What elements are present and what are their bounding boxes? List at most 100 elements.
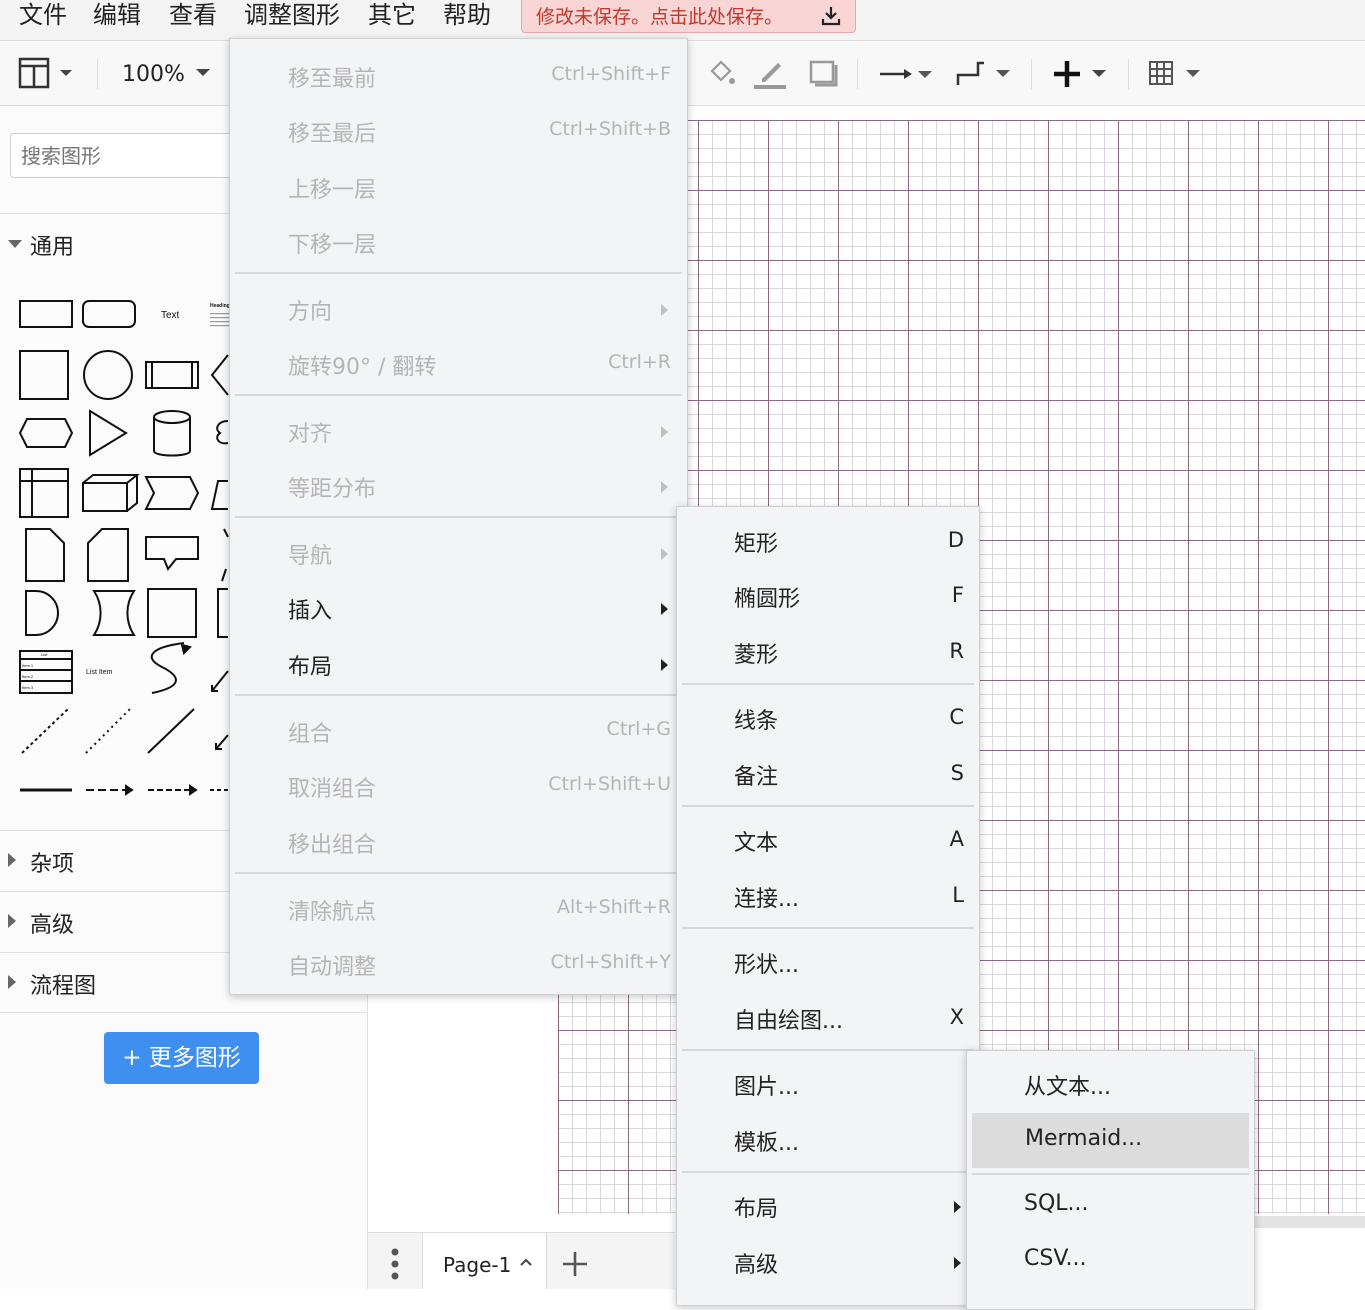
list-shape-item-3: Item 3 <box>22 685 34 690</box>
arrange-menu: 移至最前 Ctrl+Shift+F 移至最后 Ctrl+Shift+B 上移一层… <box>229 38 688 995</box>
submenu-arrow-icon <box>661 548 668 560</box>
menu-item-rectangle[interactable]: 矩形 D <box>677 516 979 568</box>
fill-color-icon[interactable] <box>704 57 738 91</box>
partial-shape <box>210 354 229 396</box>
menu-edit[interactable]: 编辑 <box>93 0 141 30</box>
add-page-icon[interactable] <box>562 1251 588 1277</box>
menu-item-text[interactable]: 文本 A <box>677 815 979 867</box>
menu-item-note[interactable]: 备注 S <box>677 749 979 801</box>
menu-item-mermaid[interactable]: Mermaid... <box>972 1113 1249 1168</box>
delay-shape <box>25 590 59 636</box>
menu-item-shapes[interactable]: 形状... <box>677 937 979 989</box>
menu-item-layout-submenu[interactable]: 布局 <box>677 1181 979 1233</box>
page-menu-icon[interactable] <box>388 1248 402 1280</box>
menu-item-ellipse[interactable]: 椭圆形 F <box>677 571 979 623</box>
line-color-icon[interactable] <box>752 55 788 91</box>
curve-shape <box>150 642 185 694</box>
menu-item-autosize[interactable]: 自动调整 Ctrl+Shift+Y <box>230 939 687 991</box>
menu-item-to-back[interactable]: 移至最后 Ctrl+Shift+B <box>230 106 687 158</box>
menu-item-line[interactable]: 线条 C <box>677 693 979 745</box>
dashed-line-shape <box>21 708 69 754</box>
menu-item-remove-from-group[interactable]: 移出组合 <box>230 817 687 869</box>
triangle-shape <box>89 409 128 457</box>
menu-item-link[interactable]: 连接... L <box>677 871 979 923</box>
submenu-arrow-icon <box>661 603 668 615</box>
menu-item-rhombus[interactable]: 菱形 R <box>677 627 979 679</box>
menu-item-clear-waypoints[interactable]: 清除航点 Alt+Shift+R <box>230 884 687 936</box>
panel-layout-icon[interactable] <box>18 57 80 91</box>
menu-item-distribute[interactable]: 等距分布 <box>230 461 687 513</box>
table-icon[interactable] <box>1148 59 1204 89</box>
horizontal-scrollbar[interactable] <box>1253 1216 1365 1228</box>
menu-item-insert[interactable]: 插入 <box>230 583 687 635</box>
menu-item-template[interactable]: 模板... <box>677 1115 979 1167</box>
chevron-down-icon <box>8 240 22 248</box>
chevron-right-icon <box>8 914 16 928</box>
more-shapes-button[interactable]: + 更多图形 <box>104 1032 259 1084</box>
menu-item-bring-forward[interactable]: 上移一层 <box>230 162 687 214</box>
rectangle-shape <box>19 300 73 328</box>
chevron-up-icon[interactable] <box>519 1257 533 1267</box>
section-misc-label: 杂项 <box>30 852 75 877</box>
menu-separator <box>682 1049 974 1051</box>
menu-item-freehand[interactable]: 自由绘图... X <box>677 993 979 1045</box>
submenu-arrow-icon <box>661 426 668 438</box>
menubar: 文件 编辑 查看 调整图形 其它 帮助 修改未保存。点击此处保存。 <box>0 0 1365 40</box>
note-shape <box>25 528 65 582</box>
menu-item-rotate[interactable]: 旋转90° / 翻转 Ctrl+R <box>230 339 687 391</box>
menu-separator <box>682 683 974 685</box>
menu-item-advanced-submenu[interactable]: 高级 <box>677 1237 979 1289</box>
menu-separator <box>972 1173 1249 1175</box>
menu-arrange[interactable]: 调整图形 <box>244 0 340 30</box>
menu-item-send-backward[interactable]: 下移一层 <box>230 217 687 269</box>
page-tab-label: Page-1 <box>443 1253 512 1277</box>
menu-separator <box>235 394 682 396</box>
square-shape <box>19 350 69 400</box>
page-tab[interactable]: Page-1 <box>422 1233 547 1289</box>
menu-item-image[interactable]: 图片... <box>677 1059 979 1111</box>
menu-separator <box>235 272 682 274</box>
menu-item-ungroup[interactable]: 取消组合 Ctrl+Shift+U <box>230 761 687 813</box>
list-shape-item-2: Item 2 <box>22 674 34 679</box>
unsaved-changes-button[interactable]: 修改未保存。点击此处保存。 <box>521 0 856 33</box>
menu-item-navigation[interactable]: 导航 <box>230 528 687 580</box>
submenu-arrow-icon <box>954 1201 961 1213</box>
card-shape <box>87 528 129 582</box>
zoom-level[interactable]: 100% <box>122 62 185 87</box>
line-shape <box>147 708 195 754</box>
menu-item-from-text[interactable]: 从文本... <box>967 1059 1254 1111</box>
chevron-down-icon[interactable] <box>194 67 212 79</box>
section-general-label: 通用 <box>30 235 75 260</box>
list-item-shape-label: List Item <box>86 669 113 676</box>
menu-item-layout[interactable]: 布局 <box>230 639 687 691</box>
insert-plus-icon[interactable] <box>1052 59 1110 89</box>
menu-file[interactable]: 文件 <box>19 0 67 30</box>
menu-item-csv[interactable]: CSV... <box>967 1236 1254 1288</box>
waypoints-icon[interactable] <box>954 57 1014 91</box>
menu-item-align[interactable]: 对齐 <box>230 406 687 458</box>
section-advanced-label: 高级 <box>30 913 75 938</box>
menu-item-direction[interactable]: 方向 <box>230 284 687 336</box>
menu-separator <box>682 927 974 929</box>
menu-separator <box>235 516 682 518</box>
square-shape-2 <box>147 588 197 638</box>
menu-help[interactable]: 帮助 <box>443 0 491 30</box>
submenu-arrow-icon <box>661 659 668 671</box>
process-shape <box>145 361 199 389</box>
rounded-rectangle-shape <box>82 300 136 328</box>
menu-extras[interactable]: 其它 <box>368 0 416 30</box>
menu-separator <box>682 805 974 807</box>
menu-separator <box>235 694 682 696</box>
insert-submenu: 矩形 D 椭圆形 F 菱形 R 线条 C 备注 S 文本 A 连接... L 形… <box>676 506 980 1306</box>
menu-separator <box>235 872 682 874</box>
menu-view[interactable]: 查看 <box>169 0 217 30</box>
connection-arrow-icon[interactable] <box>878 65 936 83</box>
internal-storage-shape <box>19 468 69 518</box>
shape-palette: Text Heading List Item 1 Item 2 Item 3 L… <box>18 300 230 796</box>
shadow-icon[interactable] <box>808 59 840 89</box>
menu-item-group[interactable]: 组合 Ctrl+G <box>230 706 687 758</box>
menu-item-to-front[interactable]: 移至最前 Ctrl+Shift+F <box>230 51 687 103</box>
section-flowchart-label: 流程图 <box>30 974 97 999</box>
menu-item-sql[interactable]: SQL... <box>967 1181 1254 1233</box>
download-icon <box>821 7 841 26</box>
